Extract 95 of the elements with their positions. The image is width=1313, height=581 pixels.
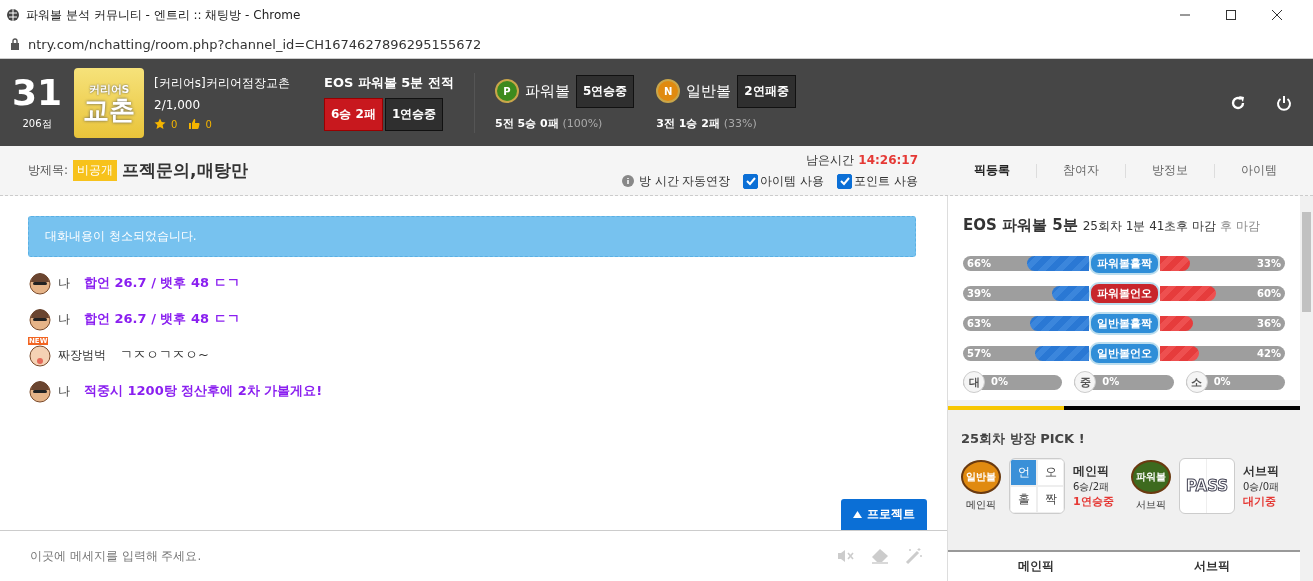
pick-cell[interactable]: 짝	[1037, 486, 1064, 513]
right-percent: 42%	[1253, 345, 1285, 361]
left-percent: 63%	[963, 315, 995, 331]
star-icon	[154, 118, 166, 130]
left-percent: 66%	[963, 255, 995, 271]
pick-status: 1연승중	[1073, 494, 1115, 509]
user-name[interactable]: 나	[58, 382, 70, 400]
ball-record: 5전 5승 0패 (100%)	[494, 115, 604, 131]
triangle-up-icon	[853, 511, 862, 518]
rank-number: 31	[11, 74, 63, 111]
pick-title: 25회차 방장 PICK !	[961, 430, 1086, 448]
pick-tab[interactable]: 메인픽	[948, 558, 1124, 575]
star-count: 0	[171, 118, 178, 130]
record-title: EOS 파워볼 5분 전적	[324, 74, 454, 92]
user-name[interactable]: 나	[58, 274, 70, 292]
avatar-icon	[28, 379, 52, 403]
ball-name: 일반볼	[686, 81, 732, 101]
thumbs-up-icon	[188, 118, 201, 130]
left-percent: 39%	[963, 285, 995, 301]
user-name[interactable]: 나	[58, 310, 70, 328]
message-text: ㄱㅈㅇㄱㅈㅇ~	[120, 346, 209, 364]
ball-name: 파워볼	[524, 81, 570, 101]
pick-status: 대기중	[1243, 494, 1277, 509]
close-icon[interactable]	[1271, 9, 1283, 21]
panel-tab[interactable]: 아이템	[1215, 162, 1303, 179]
pass-label: PASS	[1185, 477, 1229, 495]
bet-type-badge: 일반볼홀짝	[1088, 311, 1160, 335]
globe-icon	[6, 8, 20, 22]
pick-cell[interactable]: 홀	[1010, 486, 1037, 513]
option-label: 아이템 사용	[760, 172, 825, 190]
game-title: EOS 파워볼 5분	[963, 216, 1078, 235]
right-percent: 36%	[1253, 315, 1285, 331]
bet-type-badge: 일반볼언오	[1088, 341, 1160, 365]
left-percent: 57%	[963, 345, 995, 361]
record-result: 6승 2패	[324, 98, 383, 131]
option-checkbox[interactable]	[743, 173, 759, 189]
message-input[interactable]: 이곳에 메세지를 입력해 주세요.	[28, 548, 821, 564]
message-text: 적중시 1200탕 정산후에 2차 가볼게요!	[84, 382, 323, 400]
url-text[interactable]: ntry.com/nchatting/room.php?channel_id=CH1674627896295155672	[28, 36, 482, 52]
auto-extend-label: 방 시간 자동연장	[638, 172, 731, 190]
avatar-icon	[28, 307, 52, 331]
size-percent: 0%	[1102, 376, 1120, 387]
maximize-icon[interactable]	[1225, 9, 1237, 21]
ball-caption: 메인픽	[966, 498, 996, 512]
avatar-icon	[28, 271, 52, 295]
notice-banner: 대화내용이 청소되었습니다.	[28, 216, 916, 257]
ball-record: 3전 1승 2패 (33%)	[656, 115, 758, 131]
room-title: 프젝문의,매탕만	[122, 159, 248, 182]
pick-cell[interactable]: 오	[1037, 459, 1064, 486]
title-label: 방제목:	[28, 162, 69, 179]
privacy-badge: 비공개	[73, 160, 118, 181]
size-icon: 대	[963, 371, 985, 393]
user-name[interactable]: 짜장범벅	[58, 346, 106, 364]
panel-tab[interactable]: 픽등록	[948, 162, 1036, 179]
right-percent: 60%	[1253, 285, 1285, 301]
ball-streak: 5연승중	[575, 74, 635, 108]
round-status: 25회차 1분 41초후 마감 후 마감	[1082, 218, 1260, 235]
size-icon: 소	[1185, 371, 1208, 393]
pick-record: 6승/2패	[1073, 480, 1111, 494]
message-text: 합언 26.7 / 뱃후 48 ㄷㄱ	[84, 274, 240, 292]
pick-tab[interactable]: 서브픽	[1124, 558, 1300, 575]
ball-badge: 일반볼	[961, 460, 1001, 494]
pick-title-label: 메인픽	[1073, 463, 1110, 480]
record-streak: 1연승중	[384, 98, 444, 131]
size-percent: 0%	[991, 376, 1008, 387]
refresh-icon[interactable]	[1229, 93, 1247, 112]
bet-type-badge: 파워볼언오	[1088, 281, 1160, 305]
member-count: 2/1,000	[154, 98, 202, 112]
ball-icon: N	[656, 79, 681, 103]
lock-icon	[10, 38, 20, 50]
remaining-time: 남은시간 14:26:17	[806, 151, 918, 169]
option-checkbox[interactable]	[837, 173, 853, 189]
pick-record: 0승/0패	[1243, 480, 1281, 494]
pick-title-label: 서브픽	[1243, 463, 1280, 480]
right-percent: 33%	[1253, 255, 1285, 271]
room-name: [커리어s]커리어점장교촌	[154, 75, 291, 92]
ball-streak: 2연패중	[737, 74, 796, 108]
window-title: 파워볼 분석 커뮤니티 - 엔트리 :: 채팅방 - Chrome	[26, 6, 301, 24]
size-icon: 중	[1074, 371, 1097, 393]
panel-tab[interactable]: 참여자	[1037, 162, 1125, 179]
avatar-icon	[28, 343, 52, 367]
like-count: 0	[205, 118, 212, 130]
message-text: 합언 26.7 / 뱃후 48 ㄷㄱ	[84, 310, 240, 328]
bet-type-badge: 파워볼홀짝	[1088, 251, 1160, 275]
panel-tab[interactable]: 방정보	[1126, 162, 1214, 179]
room-logo: 커리어S 교촌	[74, 67, 144, 138]
points-text: 206점	[22, 116, 52, 131]
ball-icon: P	[494, 79, 519, 103]
ball-caption: 서브픽	[1136, 498, 1166, 512]
power-icon[interactable]	[1275, 93, 1293, 112]
info-icon	[621, 175, 634, 187]
size-percent: 0%	[1213, 376, 1231, 387]
ball-badge: 파워볼	[1131, 460, 1171, 494]
project-button[interactable]: 프로젝트	[841, 499, 927, 530]
option-label: 포인트 사용	[854, 172, 918, 190]
